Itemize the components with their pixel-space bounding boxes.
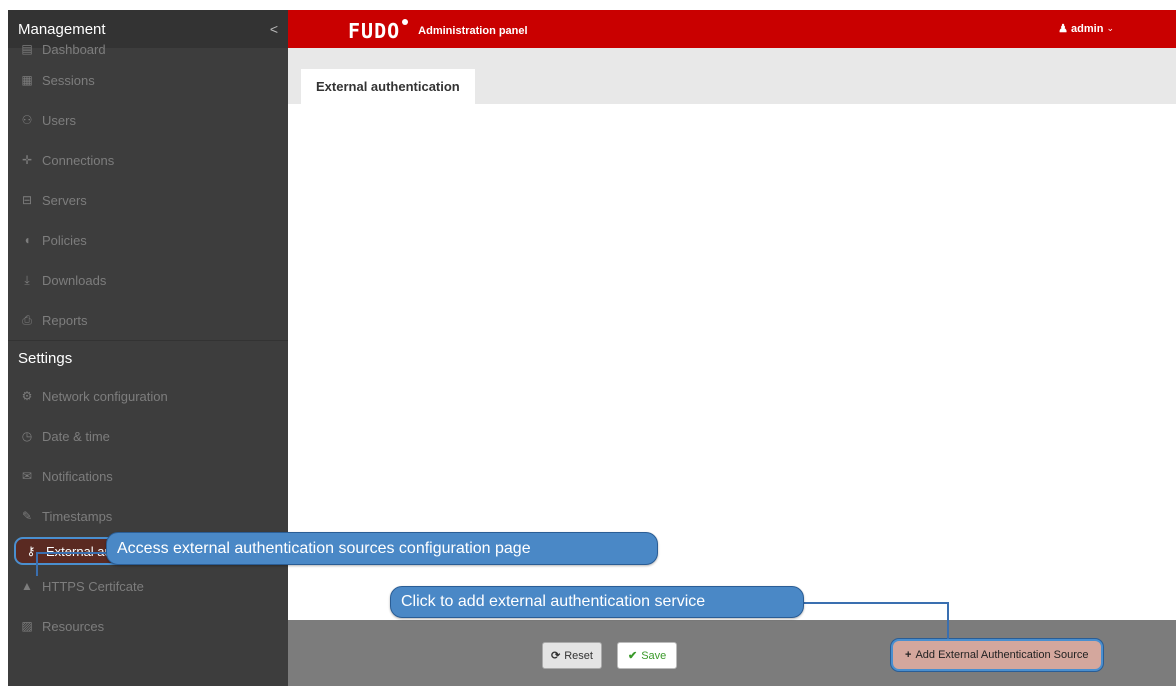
film-icon: ▦ bbox=[21, 73, 33, 87]
sidebar-item-resources[interactable]: ▨ Resources bbox=[8, 606, 288, 646]
sidebar-item-label: Notifications bbox=[42, 468, 113, 484]
sidebar-item-label: Timestamps bbox=[42, 508, 113, 524]
sidebar-item-label: Dashboard bbox=[42, 42, 106, 57]
plus-icon: + bbox=[905, 649, 912, 661]
user-name: admin bbox=[1071, 22, 1104, 35]
tab-bar: External authentication bbox=[288, 48, 1176, 104]
dashboard-icon: ▤ bbox=[21, 42, 33, 56]
sidebar-item-policies[interactable]: ◖ Policies bbox=[8, 220, 288, 260]
collapse-sidebar-icon[interactable]: < bbox=[270, 21, 278, 37]
sidebar-item-label: HTTPS Certifcate bbox=[42, 578, 144, 594]
clock-icon: ◷ bbox=[21, 429, 33, 443]
chevron-down-icon: ⌄ bbox=[1106, 23, 1114, 33]
picture-icon: ▨ bbox=[21, 619, 33, 633]
user-icon: ♟ bbox=[1058, 23, 1069, 35]
sidebar-item-label: Network configuration bbox=[42, 388, 168, 404]
callout-external-authentication: Access external authentication sources c… bbox=[106, 532, 658, 565]
add-source-label: Add External Authentication Source bbox=[915, 649, 1089, 661]
logo-dot bbox=[402, 19, 409, 25]
server-icon: ⊟ bbox=[21, 193, 33, 207]
print-icon: ⎙ bbox=[22, 312, 32, 327]
reset-label: Reset bbox=[564, 649, 593, 662]
callout-leader-line bbox=[36, 552, 38, 576]
settings-title: Settings bbox=[18, 350, 73, 367]
sidebar-item-label: Date & time bbox=[42, 428, 110, 444]
sidebar-item-reports[interactable]: ⎙ Reports bbox=[8, 300, 288, 340]
sidebar-item-label: Policies bbox=[42, 232, 87, 248]
save-label: Save bbox=[641, 649, 667, 662]
sidebar-item-notifications[interactable]: ✉ Notifications bbox=[8, 456, 288, 496]
callout-leader-line bbox=[947, 602, 949, 639]
brand: FUDO Administration panel bbox=[348, 19, 528, 43]
sidebar-item-date-time[interactable]: ◷ Date & time bbox=[8, 416, 288, 456]
check-icon: ✔ bbox=[628, 650, 638, 662]
user-menu[interactable]: ♟ admin ⌄ bbox=[1058, 22, 1114, 36]
top-bar: FUDO Administration panel ♟ admin ⌄ bbox=[288, 10, 1176, 48]
save-button[interactable]: ✔ Save bbox=[617, 642, 678, 669]
sidebar-item-network-configuration[interactable]: ⚙ Network configuration bbox=[8, 376, 288, 416]
lock-icon: ▲ bbox=[21, 579, 33, 593]
sidebar-item-label: Servers bbox=[42, 192, 87, 208]
sidebar-item-sessions[interactable]: ▦ Sessions bbox=[8, 60, 288, 100]
sidebar-item-https-certificate[interactable]: ▲ HTTPS Certifcate bbox=[8, 566, 288, 606]
shield-icon: ◖ bbox=[23, 233, 31, 247]
fudo-logo: FUDO bbox=[348, 19, 401, 43]
management-title: Management bbox=[18, 20, 106, 38]
reset-button[interactable]: ⟳ Reset bbox=[542, 642, 602, 669]
users-icon: ⚇ bbox=[21, 113, 33, 127]
sidebar-item-label: Downloads bbox=[42, 272, 107, 288]
download-icon: ⤓ bbox=[24, 272, 30, 287]
panel-title: Administration panel bbox=[418, 25, 528, 37]
sidebar-item-users[interactable]: ⚇ Users bbox=[8, 100, 288, 140]
sidebar-header-settings: Settings bbox=[8, 340, 288, 376]
cogs-icon: ⚙ bbox=[21, 389, 33, 403]
sidebar-item-servers[interactable]: ⊟ Servers bbox=[8, 180, 288, 220]
sidebar-item-label: Users bbox=[42, 112, 76, 128]
footer-toolbar: ⟳ Reset ✔ Save + Add External Authentica… bbox=[288, 620, 1176, 686]
sidebar: Management < ▤ Dashboard ▦ Sessions ⚇ Us… bbox=[8, 10, 288, 686]
callout-add-service: Click to add external authentication ser… bbox=[390, 586, 804, 618]
sidebar-item-dashboard[interactable]: ▤ Dashboard bbox=[8, 42, 288, 60]
edit-icon: ✎ bbox=[21, 509, 33, 523]
refresh-icon: ⟳ bbox=[551, 650, 561, 662]
sidebar-item-timestamps[interactable]: ✎ Timestamps bbox=[8, 496, 288, 536]
callout-leader-line bbox=[36, 552, 106, 554]
callout-leader-line bbox=[804, 602, 948, 604]
app-window: Management < ▤ Dashboard ▦ Sessions ⚇ Us… bbox=[8, 10, 1176, 686]
envelope-icon: ✉ bbox=[21, 469, 33, 483]
tab-external-authentication[interactable]: External authentication bbox=[301, 69, 475, 104]
sidebar-item-label: Reports bbox=[42, 312, 88, 328]
sidebar-item-label: Sessions bbox=[42, 72, 95, 88]
move-icon: ✛ bbox=[21, 153, 33, 167]
sidebar-item-downloads[interactable]: ⤓ Downloads bbox=[8, 260, 288, 300]
sidebar-item-label: Resources bbox=[42, 618, 105, 634]
sidebar-item-connections[interactable]: ✛ Connections bbox=[8, 140, 288, 180]
sidebar-item-label: Connections bbox=[42, 152, 115, 168]
add-external-authentication-source-button[interactable]: + Add External Authentication Source bbox=[891, 639, 1103, 671]
